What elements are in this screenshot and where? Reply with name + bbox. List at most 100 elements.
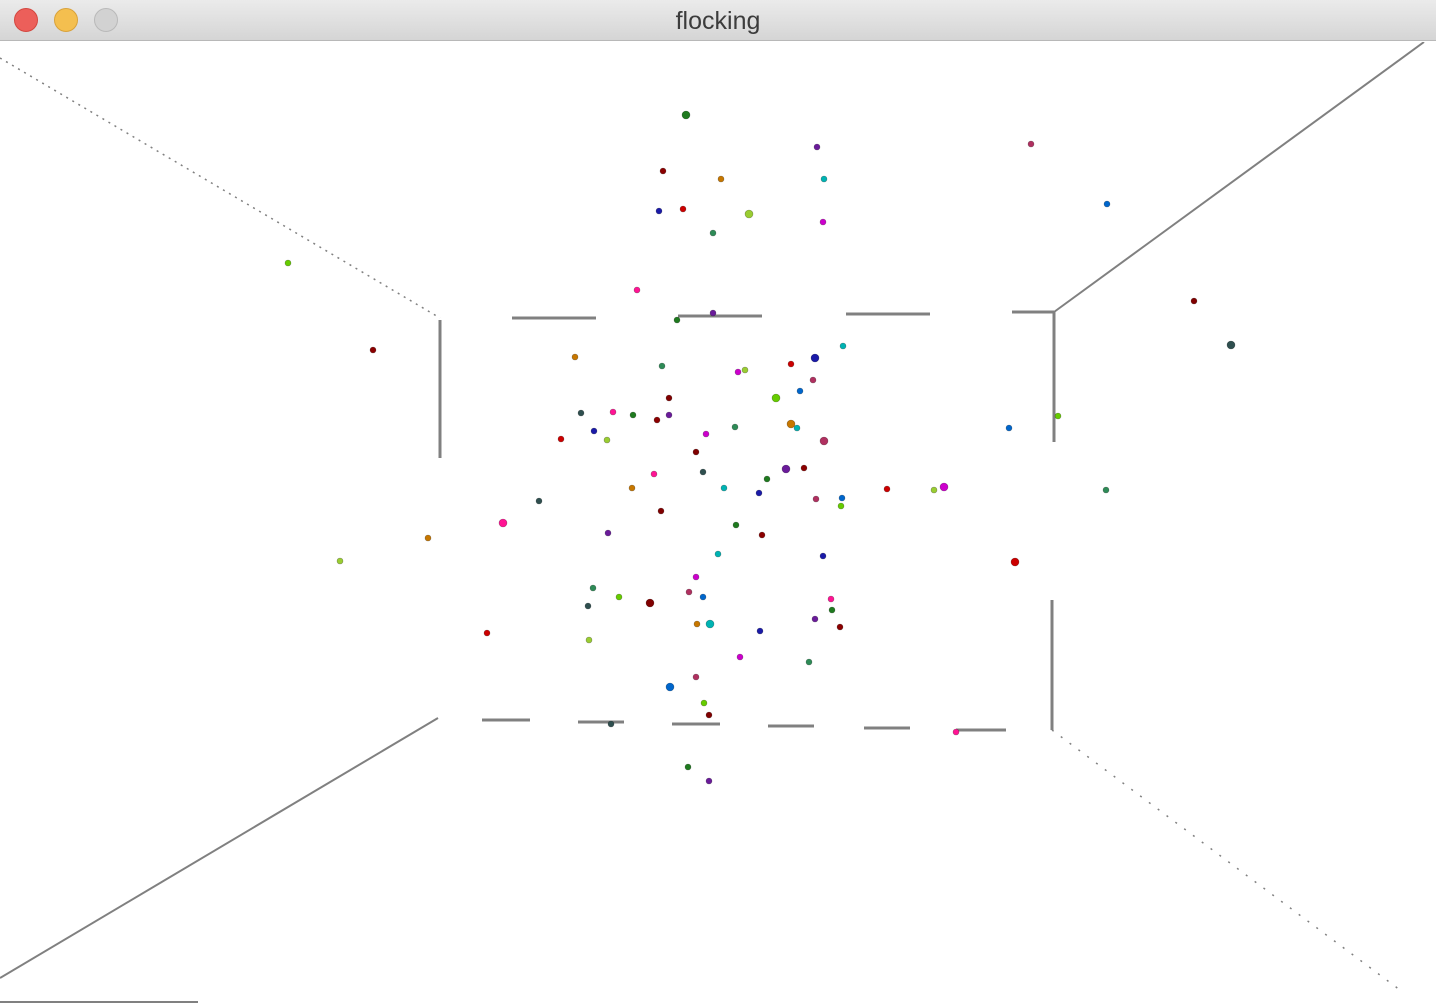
boid [693, 620, 701, 628]
title-bar[interactable]: flocking [0, 0, 1436, 41]
boid [633, 286, 641, 294]
boid [577, 409, 585, 417]
boid [809, 376, 817, 384]
boid [786, 419, 796, 429]
wall-edge-bottom-left [0, 717, 439, 979]
boid [535, 497, 543, 505]
flocking-canvas[interactable] [0, 42, 1436, 1004]
boid [796, 387, 804, 395]
boid [665, 394, 673, 402]
boid [684, 763, 692, 771]
boid [731, 423, 739, 431]
boid [589, 584, 597, 592]
boid [930, 486, 938, 494]
boid [771, 393, 781, 403]
boid [699, 593, 707, 601]
boid [837, 502, 845, 510]
boid [819, 552, 827, 560]
boid [793, 424, 801, 432]
boid [685, 588, 693, 596]
boid [665, 682, 675, 692]
boid [645, 598, 655, 608]
boid [585, 636, 593, 644]
boid [800, 464, 808, 472]
boid [571, 353, 579, 361]
boid [424, 534, 432, 542]
boid [557, 435, 565, 443]
boid [650, 470, 658, 478]
boid [607, 720, 615, 728]
boid [838, 494, 846, 502]
boid [709, 229, 717, 237]
boid [702, 430, 710, 438]
boid [498, 518, 508, 528]
boid [604, 529, 612, 537]
boid [781, 464, 791, 474]
boid [336, 557, 344, 565]
boid [755, 489, 763, 497]
window-title: flocking [675, 7, 761, 35]
boid [700, 699, 708, 707]
boid [483, 629, 491, 637]
boid [705, 711, 713, 719]
scene-svg [0, 42, 1425, 1003]
boid [756, 627, 764, 635]
boid [369, 346, 377, 354]
boid [1010, 557, 1020, 567]
boid [758, 531, 766, 539]
boid [692, 448, 700, 456]
boid [709, 309, 717, 317]
boid [836, 623, 844, 631]
boid [828, 606, 836, 614]
wall-edge-bottom-right [1051, 729, 1401, 991]
boid [1103, 200, 1111, 208]
boid [1027, 140, 1035, 148]
boid [820, 175, 828, 183]
wall-edge-top-right [1053, 42, 1425, 313]
boid [744, 209, 754, 219]
boid [692, 573, 700, 581]
boid [952, 728, 960, 736]
boid [813, 143, 821, 151]
boid [763, 475, 771, 483]
boid [812, 495, 820, 503]
boid [1054, 412, 1062, 420]
boid [609, 408, 617, 416]
app-window: flocking [0, 0, 1436, 1004]
boid [717, 175, 725, 183]
boid [811, 615, 819, 623]
boid [628, 484, 636, 492]
boid [629, 411, 637, 419]
boid [584, 602, 592, 610]
boid [679, 205, 687, 213]
boid [705, 777, 713, 785]
boid [720, 484, 728, 492]
boid [1190, 297, 1198, 305]
wall-edge-top-left [0, 57, 441, 319]
boid [827, 595, 835, 603]
boid [741, 366, 749, 374]
boid [615, 593, 623, 601]
boid [692, 673, 700, 681]
boid [657, 507, 665, 515]
boid [659, 167, 667, 175]
boid [665, 411, 673, 419]
boid [787, 360, 795, 368]
boid [681, 110, 691, 120]
boid [655, 207, 663, 215]
boid [673, 316, 681, 324]
boid [590, 427, 598, 435]
boid [284, 259, 292, 267]
boid [810, 353, 820, 363]
boid [714, 550, 722, 558]
boid [699, 468, 707, 476]
boid [1102, 486, 1110, 494]
boid [939, 482, 949, 492]
boid [805, 658, 813, 666]
boid [883, 485, 891, 493]
boid [732, 521, 740, 529]
boid [1226, 340, 1236, 350]
boid [819, 436, 829, 446]
boid [736, 653, 744, 661]
boid [819, 218, 827, 226]
